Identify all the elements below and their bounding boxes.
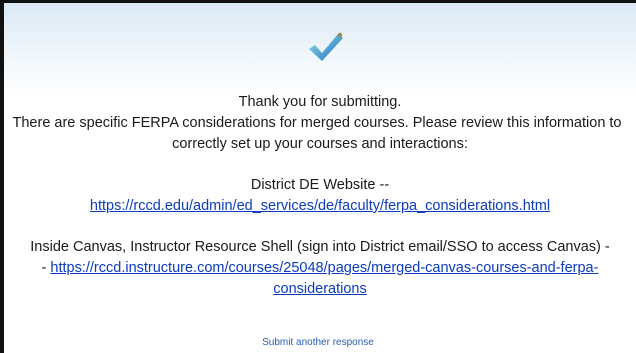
thank-you-text: Thank you for submitting.	[238, 94, 402, 110]
ferpa-intro-text-cont: correctly set up your courses and intera…	[172, 136, 468, 152]
window-border-top	[0, 0, 636, 3]
district-ferpa-link[interactable]: https://rccd.edu/admin/ed_services/de/fa…	[90, 198, 550, 214]
canvas-ferpa-link-cont[interactable]: considerations	[273, 281, 367, 297]
ferpa-intro-text: There are specific FERPA considerations …	[12, 115, 622, 131]
submit-another-response-link[interactable]: Submit another response	[0, 337, 636, 348]
canvas-resource-text: Inside Canvas, Instructor Resource Shell…	[30, 239, 610, 255]
district-website-label: District DE Website --	[250, 177, 390, 193]
checkmark-icon	[309, 32, 343, 61]
confirmation-page: Thank you for submitting. There are spec…	[0, 0, 636, 353]
confirmation-message: Thank you for submitting. There are spec…	[4, 92, 636, 300]
canvas-ferpa-link[interactable]: https://rccd.instructure.com/courses/250…	[50, 260, 598, 276]
